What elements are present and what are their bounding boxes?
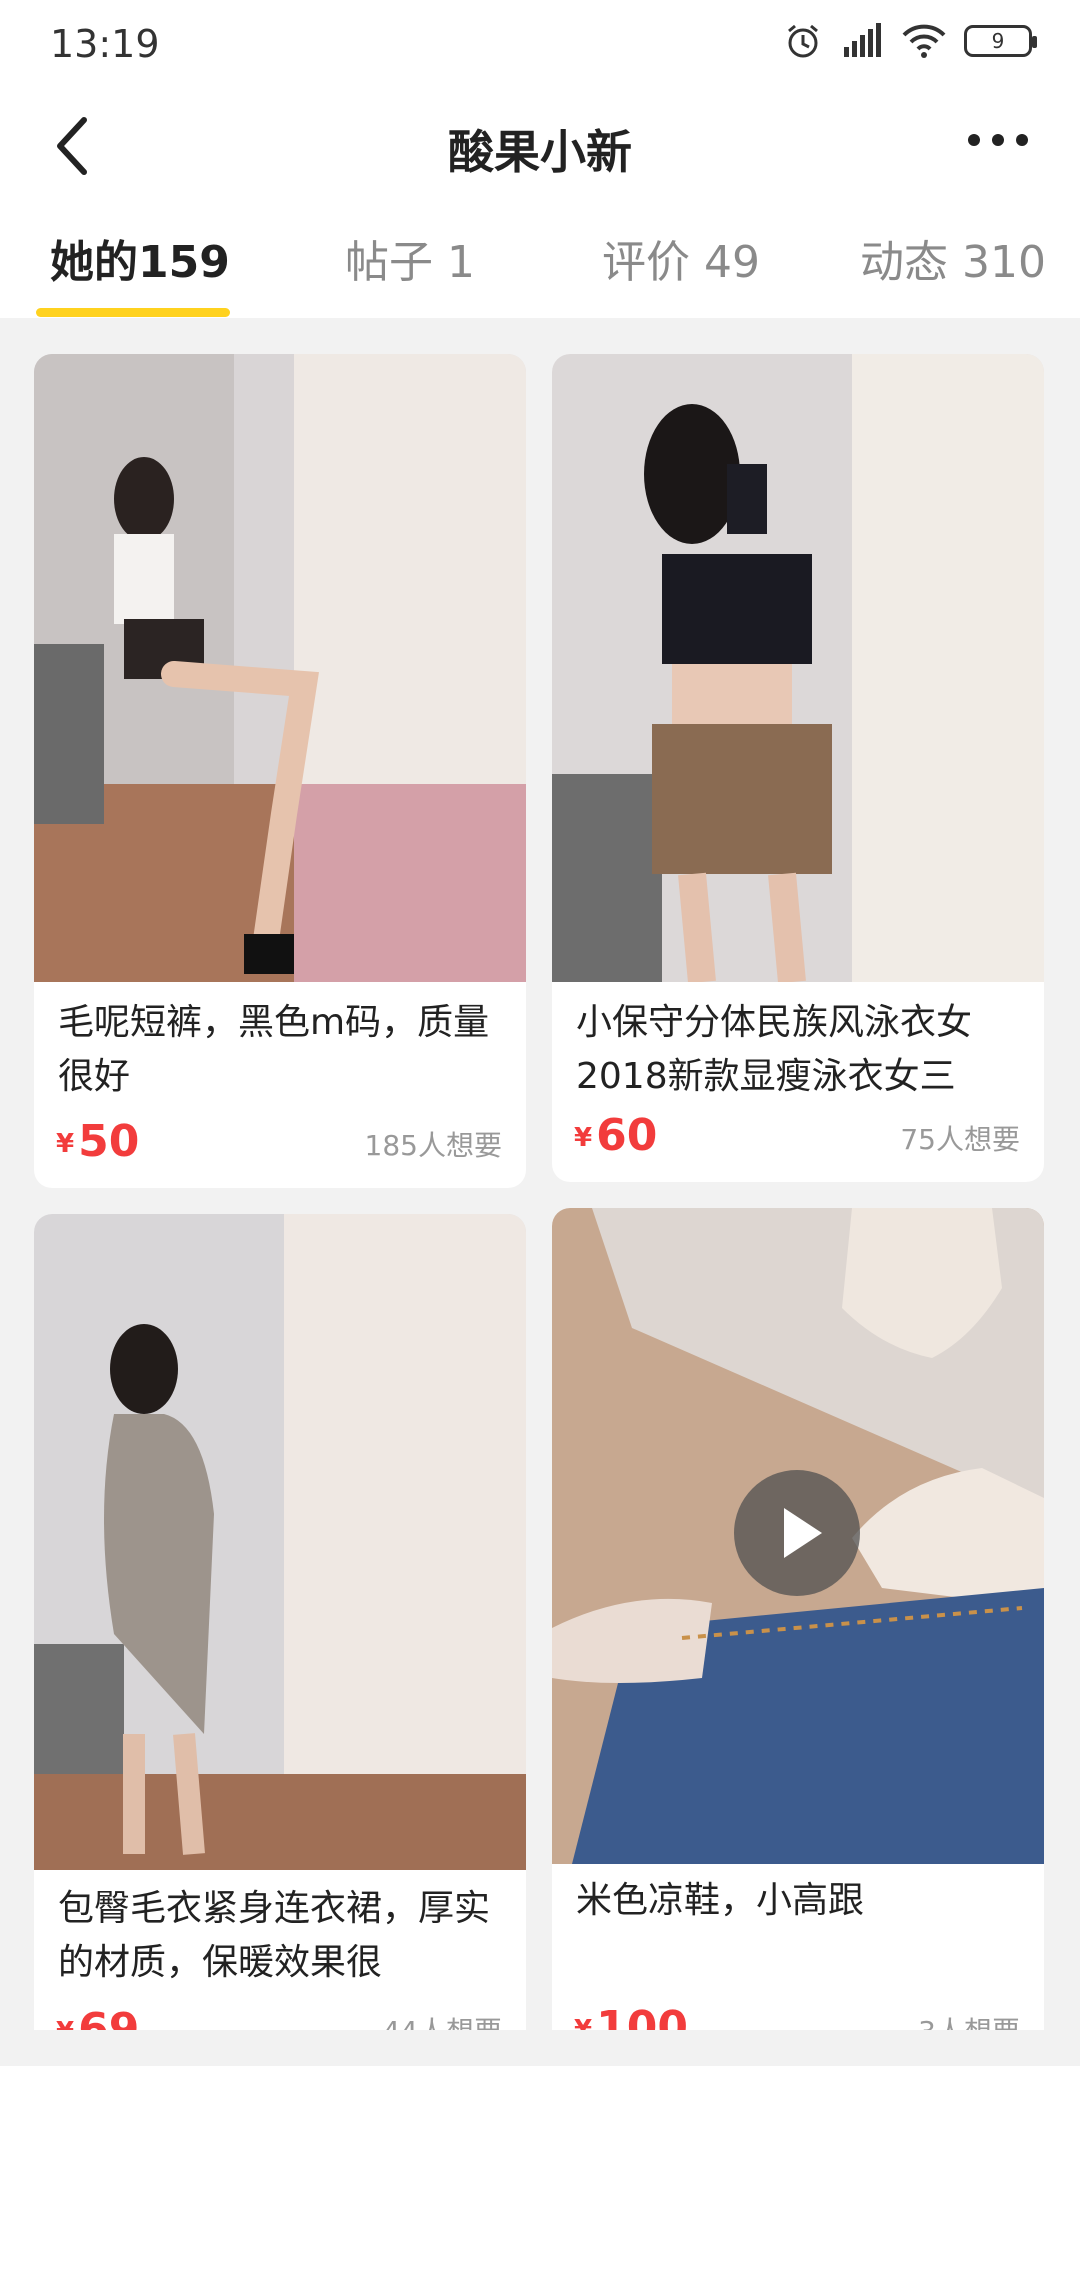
more-icon [968, 134, 1028, 146]
more-button[interactable] [958, 110, 1038, 182]
wifi-icon [902, 23, 946, 59]
tab-reviews[interactable]: 评价 49 [602, 226, 760, 290]
product-card[interactable]: 小保守分体民族风泳衣女2018新款显瘦泳衣女三 ¥60 75人想要 [552, 354, 1044, 1182]
tab-active-indicator [36, 308, 230, 317]
product-grid: 毛呢短裤，黑色m码，质量很好 ¥50 185人想要 小保守分体民族风泳衣女201… [0, 318, 1080, 2066]
product-title: 小保守分体民族风泳衣女2018新款显瘦泳衣女三 [576, 1002, 973, 1097]
tab-bar: 她的159 帖子 1 评价 49 动态 310 [0, 206, 1080, 318]
product-image [34, 1214, 526, 1870]
price-value: 50 [78, 1116, 140, 1167]
status-time: 13:19 [50, 22, 160, 66]
status-bar: 13:19 9 [0, 0, 1080, 88]
currency-symbol: ¥ [56, 1129, 75, 1159]
tab-activity[interactable]: 动态 310 [860, 226, 1046, 290]
nav-bar: 酸果小新 [0, 88, 1080, 206]
product-title: 毛呢短裤，黑色m码，质量很好 [58, 1002, 490, 1097]
want-count: 185人想要 [364, 1129, 502, 1162]
grid-bottom-edge [0, 2030, 1080, 2066]
battery-icon: 9 [964, 25, 1037, 57]
product-title: 米色凉鞋，小高跟 [576, 1880, 865, 1921]
product-image [34, 354, 526, 982]
product-image [552, 354, 1044, 982]
product-card[interactable]: 米色凉鞋，小高跟 ¥100 3人想要 [552, 1208, 1044, 2066]
tab-items[interactable]: 她的159 [50, 226, 230, 290]
product-price: ¥60 [574, 1110, 657, 1161]
product-card[interactable]: 包臀毛衣紧身连衣裙，厚实的材质，保暖效果很 ¥69 44人想要 [34, 1214, 526, 2066]
price-value: 60 [596, 1110, 658, 1161]
product-title: 包臀毛衣紧身连衣裙，厚实的材质，保暖效果很 [58, 1888, 491, 1983]
signal-icon [840, 23, 884, 59]
status-icons: 9 [784, 22, 1037, 60]
want-count: 75人想要 [900, 1123, 1020, 1156]
page-title: 酸果小新 [448, 125, 632, 179]
product-card[interactable]: 毛呢短裤，黑色m码，质量很好 ¥50 185人想要 [34, 354, 526, 1188]
currency-symbol: ¥ [574, 1123, 593, 1153]
alarm-icon [784, 22, 822, 60]
product-price: ¥50 [56, 1116, 139, 1167]
play-icon[interactable] [734, 1470, 860, 1596]
tab-posts[interactable]: 帖子 1 [345, 226, 475, 290]
